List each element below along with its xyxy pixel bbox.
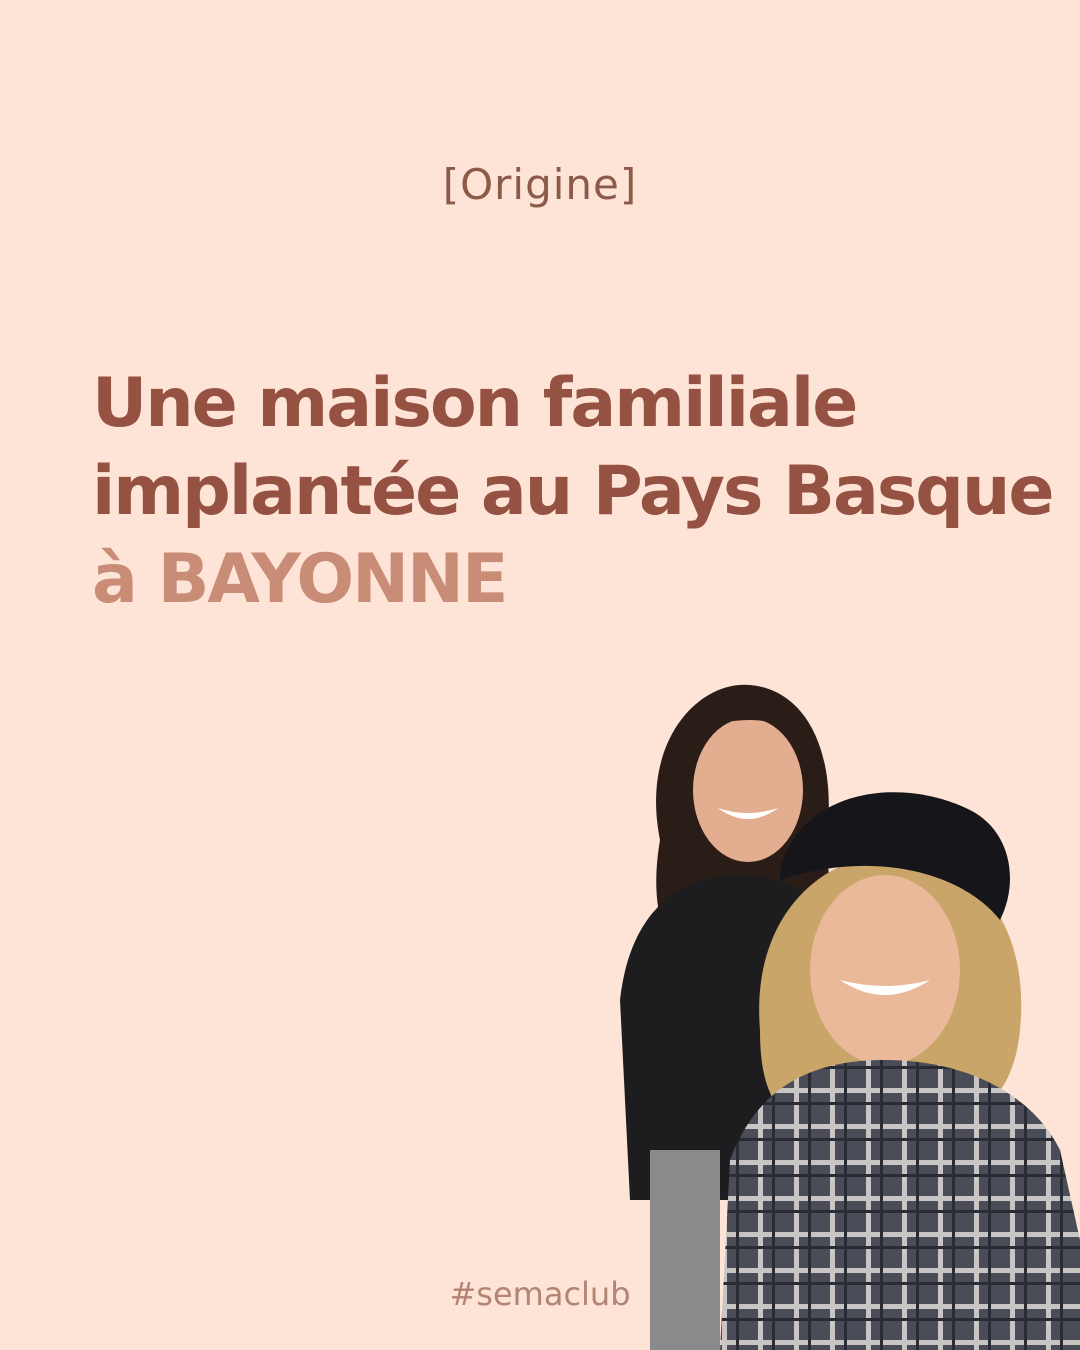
hashtag: #semaclub <box>449 1275 631 1313</box>
headline-city: BAYONNE <box>157 540 509 619</box>
headline-line-3: à BAYONNE <box>92 536 1052 624</box>
section-tag: [Origine] <box>442 160 638 209</box>
headline-prefix: à <box>92 540 158 619</box>
headline: Une maison familiale implantée au Pays B… <box>92 360 1055 624</box>
founders-photo <box>600 680 1080 1350</box>
headline-line-1: Une maison familiale <box>92 364 858 443</box>
headline-line-2: implantée au Pays Basque <box>92 452 1055 531</box>
slide: [Origine] Une maison familiale implantée… <box>0 0 1080 1350</box>
